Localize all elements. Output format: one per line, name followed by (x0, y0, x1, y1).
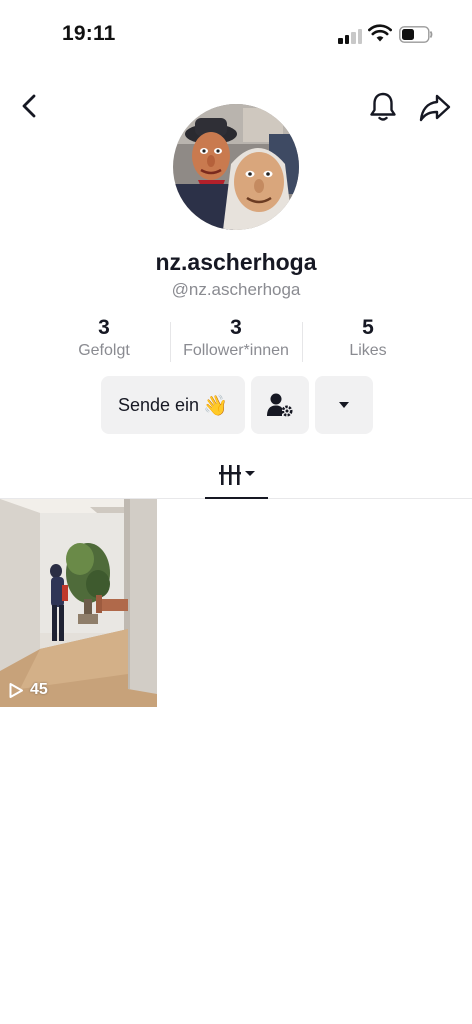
avatar[interactable] (173, 104, 299, 230)
send-wave-label: Sende ein (118, 394, 200, 415)
play-icon (9, 682, 23, 698)
stat-divider (302, 322, 303, 362)
grid-bars-icon (218, 464, 255, 485)
status-time: 19:11 (62, 22, 116, 45)
caret-down-icon (339, 402, 349, 408)
video-thumbnail-image (0, 499, 157, 707)
followers-count: 3 (230, 316, 242, 339)
likes-stat[interactable]: 5 Likes (318, 316, 418, 360)
followers-stat[interactable]: 3 Follower*innen (170, 316, 302, 360)
following-count: 3 (98, 316, 110, 339)
following-stat[interactable]: 3 Gefolgt (54, 316, 154, 360)
profile-stats: 3 Gefolgt 3 Follower*innen 5 Likes (0, 316, 472, 366)
followers-label: Follower*innen (183, 342, 289, 359)
signal-icon (338, 28, 362, 44)
status-bar: 19:11 (0, 0, 472, 70)
wifi-icon (368, 24, 392, 42)
likes-label: Likes (349, 342, 387, 359)
tab-videos[interactable] (205, 450, 268, 499)
more-dropdown-button[interactable] (315, 376, 373, 434)
friend-settings-button[interactable] (251, 376, 309, 434)
avatar-image (173, 104, 299, 230)
tab-active-indicator (205, 497, 268, 499)
chevron-left-icon[interactable] (14, 90, 46, 122)
person-gear-icon (267, 393, 293, 417)
send-wave-button[interactable]: Sende ein 👋 (101, 376, 245, 434)
following-label: Gefolgt (78, 342, 130, 359)
wave-icon: 👋 (203, 394, 228, 417)
view-count: 45 (8, 681, 48, 699)
username-handle: @nz.ascherhoga (171, 280, 301, 299)
bell-icon[interactable] (366, 90, 400, 124)
battery-icon (399, 26, 433, 43)
view-count-value: 45 (30, 681, 48, 698)
content-tab-bar (0, 450, 472, 499)
display-name: nz.ascherhoga (155, 249, 317, 275)
likes-count: 5 (362, 316, 374, 339)
video-thumbnail[interactable]: 45 (0, 499, 157, 707)
share-arrow-icon[interactable] (418, 90, 452, 124)
